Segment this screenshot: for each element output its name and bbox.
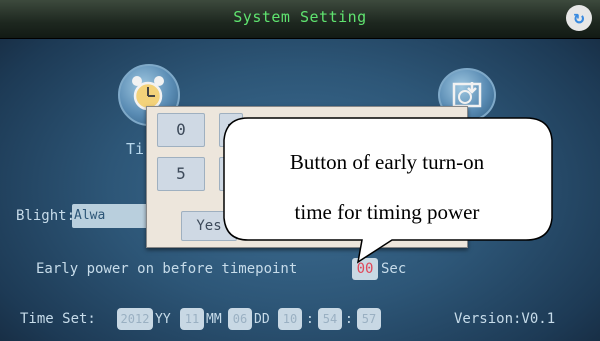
callout-line-2: time for timing power <box>294 200 480 224</box>
callout-line-1: Button of early turn-on <box>289 150 485 174</box>
device-screen: System Setting ↻ Ti E Blight: Alwa Early… <box>0 0 600 341</box>
